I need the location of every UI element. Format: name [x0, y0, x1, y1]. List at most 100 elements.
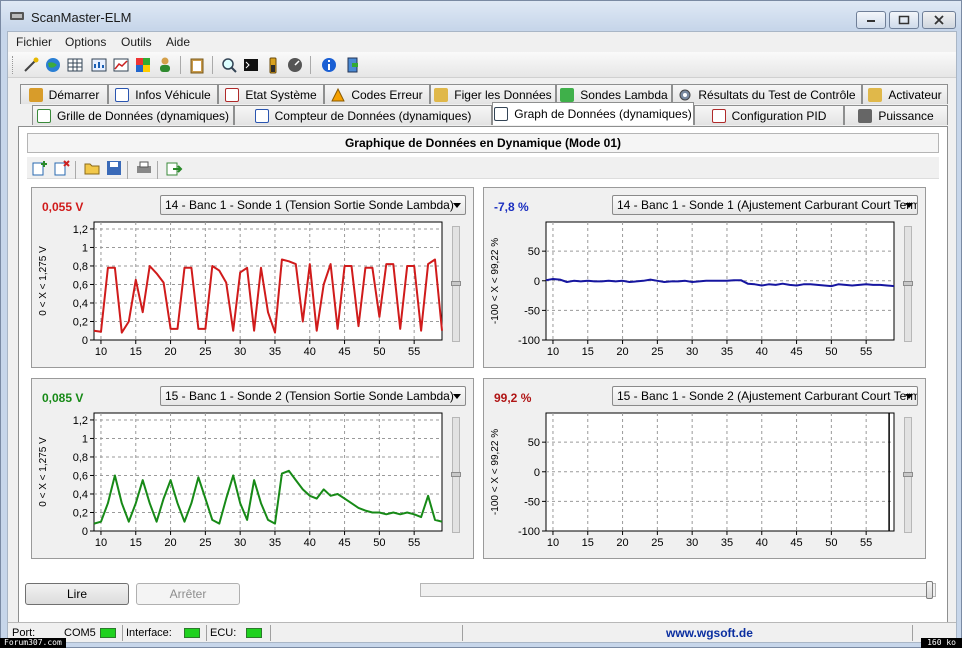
open-icon[interactable] [83, 159, 101, 177]
person-icon[interactable] [156, 56, 174, 74]
zoom-slider[interactable] [451, 226, 461, 342]
menu-options[interactable]: Options [65, 35, 106, 49]
line-chart: 1,2 1 0,8 0,6 0,4 0,2 0 10 15 20 25 30 35 40 45 50 55 0 <… [38, 412, 443, 549]
stop-button[interactable]: Arrêter [136, 583, 240, 605]
toolbar-separator [127, 161, 128, 179]
y-tick-label: 50 [528, 246, 540, 258]
tab-codes-erreur[interactable]: Codes Erreur [324, 84, 430, 104]
tab-label: Codes Erreur [351, 87, 423, 102]
minimize-button[interactable] [856, 11, 886, 29]
terminal-icon[interactable] [242, 56, 260, 74]
sensor-select[interactable]: 15 - Banc 1 - Sonde 2 (Tension Sortie So… [160, 386, 466, 406]
checklist-icon [225, 87, 240, 102]
x-tick-label: 40 [756, 346, 768, 358]
sensor-select-value: 14 - Banc 1 - Sonde 1 (Tension Sortie So… [165, 198, 454, 212]
chart-panel-trim-b1s1: -7,8 % 14 - Banc 1 - Sonde 1 (Ajustement… [483, 187, 926, 368]
tab-resultats-test[interactable]: Résultats du Test de Contrôle [672, 84, 862, 104]
save-icon[interactable] [105, 159, 123, 177]
tab-label: Sondes Lambda [580, 87, 668, 102]
x-tick-label: 25 [199, 537, 211, 549]
y-tick-label: 0 [82, 526, 88, 538]
chart-icon[interactable] [112, 56, 130, 74]
status-separator [270, 625, 271, 641]
y-axis-label: 0 < X < 1,275 V [38, 437, 49, 507]
sensor-icon [560, 87, 575, 102]
ecu-led [246, 628, 262, 638]
tab-label: Figer les Données [454, 87, 552, 102]
toolbar-separator [157, 161, 158, 179]
watermark-left: Forum307.com [0, 638, 66, 648]
chart-panel-trim-b1s2: 99,2 % 15 - Banc 1 - Sonde 2 (Ajustement… [483, 378, 926, 559]
x-tick-label: 35 [721, 537, 733, 549]
zoom-slider[interactable] [903, 226, 913, 342]
tab-puissance[interactable]: Puissance [844, 105, 948, 125]
toolbar-separator [310, 56, 311, 74]
globe-icon[interactable] [44, 56, 62, 74]
sensor-select-value: 14 - Banc 1 - Sonde 1 (Ajustement Carbur… [617, 198, 918, 212]
wizard-icon[interactable] [22, 56, 40, 74]
status-separator [912, 625, 913, 641]
sensor-select[interactable]: 14 - Banc 1 - Sonde 1 (Ajustement Carbur… [612, 195, 918, 215]
tab-grille-donnees[interactable]: Grille de Données (dynamiques) [32, 105, 234, 125]
slider-thumb[interactable] [926, 581, 933, 599]
tab-etat-systeme[interactable]: Etat Système [218, 84, 324, 104]
port-value: COM5 [64, 627, 96, 639]
print-icon[interactable] [135, 159, 153, 177]
grid-icon [36, 108, 51, 123]
tab-configuration-pid[interactable]: Configuration PID [694, 105, 844, 125]
menu-fichier[interactable]: Fichier [16, 35, 52, 49]
y-tick-label: 0,4 [73, 298, 88, 310]
x-tick-label: 15 [582, 537, 594, 549]
tab-label: Grille de Données (dynamiques) [56, 108, 230, 123]
toolbar-separator [180, 56, 181, 74]
website-link[interactable]: www.wgsoft.de [666, 626, 753, 640]
plot-area [93, 221, 443, 341]
gauge-icon[interactable] [286, 56, 304, 74]
battery-icon[interactable] [264, 56, 282, 74]
slider-thumb[interactable] [903, 472, 913, 477]
read-button[interactable]: Lire [25, 583, 129, 605]
x-tick-label: 30 [234, 537, 246, 549]
x-tick-label: 15 [130, 346, 142, 358]
maximize-button[interactable] [889, 11, 919, 29]
x-tick-label: 40 [304, 537, 316, 549]
clipboard-icon[interactable] [188, 56, 206, 74]
main-toolbar [8, 52, 956, 78]
tab-sondes-lambda[interactable]: Sondes Lambda [556, 84, 672, 104]
export-icon[interactable] [165, 159, 183, 177]
y-tick-label: 0,8 [73, 452, 88, 464]
zoom-slider[interactable] [903, 417, 913, 533]
search-icon[interactable] [220, 56, 238, 74]
flags-icon[interactable] [134, 56, 152, 74]
tab-graph-donnees[interactable]: Graph de Données (dynamiques) [492, 102, 694, 125]
sensor-select[interactable]: 14 - Banc 1 - Sonde 1 (Tension Sortie So… [160, 195, 466, 215]
remove-series-icon[interactable] [53, 159, 71, 177]
port-led [100, 628, 116, 638]
menu-outils[interactable]: Outils [121, 35, 152, 49]
zoom-slider[interactable] [451, 417, 461, 533]
y-tick-label: -50 [524, 305, 540, 317]
tab-activateur[interactable]: Activateur [862, 84, 948, 104]
time-scroll-slider[interactable] [420, 581, 936, 599]
slider-thumb[interactable] [903, 281, 913, 286]
tab-infos-vehicule[interactable]: Infos Véhicule [108, 84, 218, 104]
tab-demarrer[interactable]: Démarrer [20, 84, 108, 104]
x-tick-label: 55 [408, 346, 420, 358]
table-icon[interactable] [90, 56, 108, 74]
slider-thumb[interactable] [451, 281, 461, 286]
add-series-icon[interactable] [31, 159, 49, 177]
sensor-select-value: 15 - Banc 1 - Sonde 2 (Ajustement Carbur… [617, 389, 918, 403]
tab-compteur-donnees[interactable]: Compteur de Données (dynamiques) [234, 105, 492, 125]
menu-aide[interactable]: Aide [166, 35, 190, 49]
y-tick-label: 0,6 [73, 279, 88, 291]
y-tick-label: 0 [82, 335, 88, 347]
slider-thumb[interactable] [451, 472, 461, 477]
exit-icon[interactable] [344, 56, 362, 74]
info-icon[interactable] [320, 56, 338, 74]
grid-icon[interactable] [66, 56, 84, 74]
tab-figer-donnees[interactable]: Figer les Données [430, 84, 556, 104]
close-button[interactable] [922, 11, 956, 29]
graph-icon [494, 107, 509, 121]
x-tick-label: 10 [547, 346, 559, 358]
sensor-select[interactable]: 15 - Banc 1 - Sonde 2 (Ajustement Carbur… [612, 386, 918, 406]
